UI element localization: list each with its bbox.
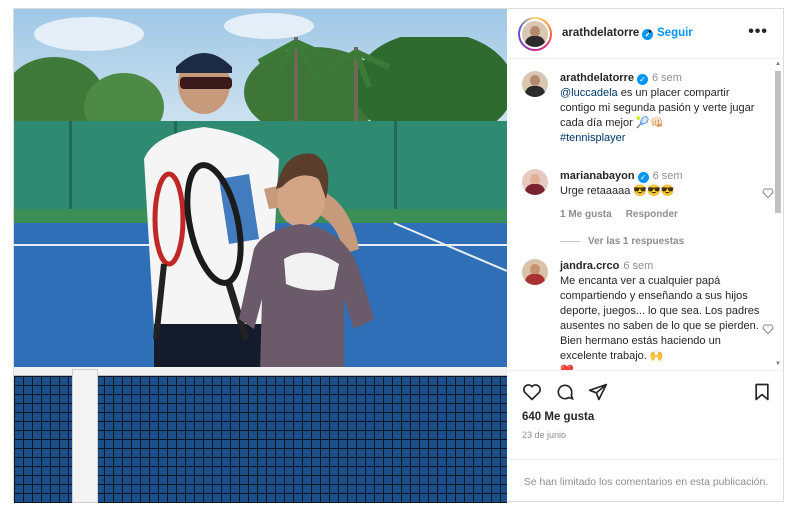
comment-username[interactable]: marianabayon bbox=[560, 170, 635, 182]
comments-list[interactable]: arathdelatorre ✓ 6 sem @luccadela es un pl… bbox=[508, 59, 784, 371]
like-heart-icon[interactable] bbox=[522, 382, 542, 402]
caption-username[interactable]: arathdelatorre bbox=[560, 72, 634, 84]
reply-button[interactable]: Responder bbox=[626, 209, 678, 220]
scroll-up-arrow-icon[interactable]: ▲ bbox=[775, 61, 781, 67]
more-options-icon[interactable]: ••• bbox=[748, 23, 768, 41]
author-avatar[interactable] bbox=[520, 19, 550, 49]
save-bookmark-icon[interactable] bbox=[752, 382, 772, 402]
comment-body: jandra.crco 6 sem Me encanta ver a cualqu… bbox=[560, 259, 760, 370]
net-post bbox=[72, 369, 98, 503]
avatar-face bbox=[530, 75, 540, 86]
scrollbar-thumb[interactable] bbox=[775, 71, 781, 213]
comment-like-heart-icon[interactable] bbox=[762, 323, 774, 335]
separator-dot: • bbox=[648, 26, 652, 38]
comment-bubble-icon[interactable] bbox=[555, 382, 575, 402]
post-header: arathdelatorre ✓ • Seguir ••• bbox=[508, 9, 784, 59]
post-date[interactable]: 23 de junio bbox=[522, 430, 566, 440]
caption-time[interactable]: 6 sem bbox=[652, 72, 682, 84]
comment-actions: 1 Me gusta Responder bbox=[560, 209, 692, 220]
post-actions-bar bbox=[508, 371, 784, 409]
comment-avatar[interactable] bbox=[522, 259, 548, 285]
scroll-down-arrow-icon[interactable]: ▼ bbox=[775, 361, 781, 367]
view-replies-button[interactable]: Ver las 1 respuestas bbox=[560, 236, 684, 247]
caption-mention[interactable]: @luccadela bbox=[560, 87, 618, 99]
comment-username[interactable]: jandra.crco bbox=[560, 260, 619, 272]
comment-item: marianabayon ✓ 6 sem Urge retaaaaa 😎😎😎 1 M… bbox=[522, 169, 774, 249]
author-username[interactable]: arathdelatorre ✓ bbox=[562, 27, 654, 40]
comment-text: Urge retaaaaa 😎😎😎 bbox=[560, 185, 675, 197]
caption-item: arathdelatorre ✓ 6 sem @luccadela es un pl… bbox=[522, 71, 762, 151]
verified-badge-icon: ✓ bbox=[636, 74, 648, 85]
caption-avatar[interactable] bbox=[522, 71, 548, 97]
instagram-post: arathdelatorre ✓ • Seguir ••• arathdelato… bbox=[13, 8, 784, 503]
comment-time[interactable]: 6 sem bbox=[623, 260, 653, 272]
avatar-suit bbox=[525, 86, 545, 97]
comment-avatar[interactable] bbox=[522, 169, 548, 195]
caption-hashtag[interactable]: #tennisplayer bbox=[560, 132, 625, 144]
avatar-suit bbox=[525, 184, 545, 195]
author-avatar-ring[interactable] bbox=[518, 17, 552, 51]
comment-body: marianabayon ✓ 6 sem Urge retaaaaa 😎😎😎 bbox=[560, 169, 760, 199]
comments-limited-notice: Se han limitado los comentarios en esta … bbox=[508, 459, 784, 503]
post-photo[interactable] bbox=[14, 9, 507, 503]
follow-button[interactable]: Seguir bbox=[657, 27, 693, 39]
comment-text: Me encanta ver a cualquier papá comparti… bbox=[560, 275, 760, 362]
comment-time[interactable]: 6 sem bbox=[653, 170, 683, 182]
comment-likes-count[interactable]: 1 Me gusta bbox=[560, 209, 612, 220]
comment-item: jandra.crco 6 sem Me encanta ver a cualqu… bbox=[522, 259, 774, 370]
avatar-suit bbox=[525, 36, 545, 47]
author-username-text[interactable]: arathdelatorre bbox=[562, 27, 639, 39]
post-side-panel: arathdelatorre ✓ • Seguir ••• arathdelato… bbox=[508, 9, 784, 503]
caption-body: arathdelatorre ✓ 6 sem @luccadela es un pl… bbox=[560, 71, 760, 146]
avatar-suit bbox=[525, 274, 545, 285]
comment-like-heart-icon[interactable] bbox=[762, 187, 774, 199]
share-send-icon[interactable] bbox=[588, 382, 608, 402]
likes-count[interactable]: 640 Me gusta bbox=[522, 411, 594, 423]
verified-badge-icon: ✓ bbox=[637, 172, 649, 183]
